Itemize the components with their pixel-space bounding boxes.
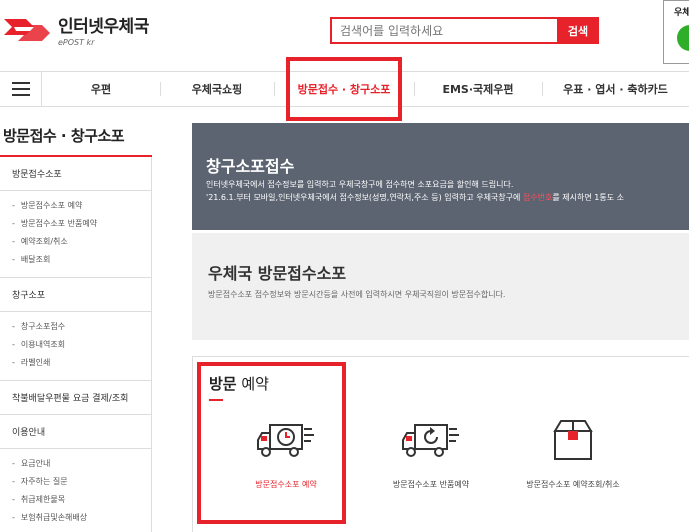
visit-parcel-banner: 우체국 방문접수소포 방문접수소포 접수정보와 방문시간등을 사전에 입력하시면… (192, 233, 689, 340)
sidebar-title: 방문접수 · 창구소포 (0, 107, 152, 157)
sidebar-item[interactable]: 라벨인쇄 (12, 354, 151, 372)
sidebar-section: 착불배달우편물 요금 결제/조회 (0, 381, 152, 415)
option-highlight-frame (197, 362, 346, 524)
banner-title: 창구소포접수 (206, 157, 295, 176)
receipt-number-highlight: 접수번호 (522, 193, 553, 202)
sidebar-head-guide[interactable]: 이용안내 (0, 415, 151, 449)
nav-item-shopping[interactable]: 우체국쇼핑 (160, 72, 274, 106)
logo-subtitle: ePOST kr (58, 38, 95, 47)
lookup-cancel-option[interactable]: 방문접수소포 예약조회/취소 (498, 417, 648, 490)
nav-item-ems[interactable]: EMS·국제우편 (414, 72, 542, 106)
sidebar-item[interactable]: 방문접수소포 예약 (12, 197, 151, 215)
banner-text: 인터넷우체국에서 접수정보를 입력하고 우체국창구에 접수하면 소포요금을 할인… (206, 180, 514, 189)
sidebar-head-counter-parcel[interactable]: 창구소포 (0, 278, 151, 312)
sidebar-item[interactable]: 요금안내 (12, 455, 151, 473)
banner-title: 우체국 방문접수소포 (208, 264, 347, 283)
status-indicator-icon (677, 25, 689, 51)
box-icon (553, 420, 593, 460)
sidebar-section: 방문접수소포 방문접수소포 예약 방문접수소포 반품예약 예약조회/취소 배달조… (0, 157, 152, 278)
sidebar-head-cod-payment[interactable]: 착불배달우편물 요금 결제/조회 (0, 381, 151, 414)
search-button[interactable]: 검색 (557, 17, 599, 44)
return-reservation-option[interactable]: 방문접수소포 반품예약 (356, 417, 506, 490)
sidebar-item[interactable]: 배달조회 (12, 251, 151, 269)
hamburger-menu-icon[interactable] (0, 72, 42, 106)
sidebar-section: 창구소포 창구소포접수 이용내역조회 라벨인쇄 (0, 278, 152, 381)
banner-description: 방문접수소포 접수정보와 방문시간등을 사전에 입력하시면 우체국직원이 방문접… (208, 290, 506, 299)
epost-logo-icon (4, 18, 50, 41)
banner-text: '21.6.1.부터 모바일,인터넷우체국에서 접수정보(성명,연락처,주소 등… (206, 193, 624, 202)
option-label: 방문접수소포 예약조회/취소 (526, 480, 620, 489)
nav-item-stamps[interactable]: 우표 · 엽서 · 축하카드 (542, 72, 689, 106)
sidebar-item[interactable]: 보험취급및손해배상 (12, 509, 151, 527)
sidebar-item[interactable]: 이용내역조회 (12, 336, 151, 354)
sidebar-item[interactable]: 창구소포접수 (12, 318, 151, 336)
sidebar-item[interactable]: 방문접수소포 반품예약 (12, 215, 151, 233)
sidebar-section: 이용안내 요금안내 자주하는 질문 취급제한물목 보험취급및손해배상 (0, 415, 152, 532)
counter-parcel-banner: 창구소포접수 인터넷우체국에서 접수정보를 입력하고 우체국창구에 접수하면 소… (192, 123, 689, 230)
status-widget: 우체 (663, 0, 689, 64)
sidebar: 방문접수 · 창구소포 방문접수소포 방문접수소포 예약 방문접수소포 반품예약… (0, 107, 152, 532)
sidebar-item[interactable]: 취급제한물목 (12, 491, 151, 509)
sidebar-head-visit-parcel[interactable]: 방문접수소포 (0, 157, 151, 191)
logo[interactable]: 인터넷우체국 ePOST kr (4, 12, 149, 47)
status-label: 우체 (674, 8, 689, 18)
search-box (330, 17, 557, 44)
sidebar-item[interactable]: 예약조회/취소 (12, 233, 151, 251)
truck-return-icon (402, 424, 459, 457)
nav-item-post[interactable]: 우편 (42, 72, 160, 106)
logo-title: 인터넷우체국 (58, 17, 149, 37)
sidebar-item[interactable]: 자주하는 질문 (12, 473, 151, 491)
option-label: 방문접수소포 반품예약 (392, 480, 470, 489)
nav-highlight-frame (286, 57, 402, 121)
search-input[interactable] (332, 19, 557, 42)
